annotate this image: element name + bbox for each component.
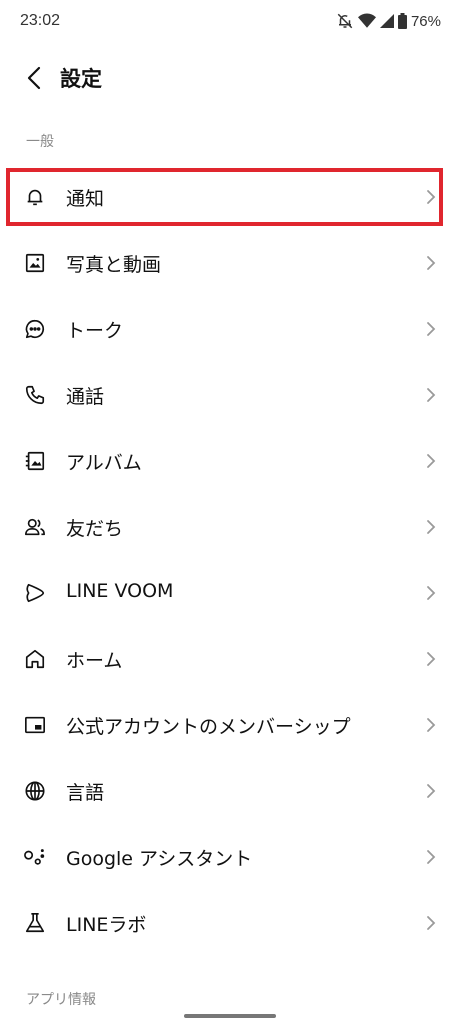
settings-item-album[interactable]: アルバム [0, 428, 461, 494]
chevron-right-icon [427, 850, 436, 864]
image-icon [23, 251, 47, 275]
chevron-right-icon [427, 388, 436, 402]
page-title: 設定 [60, 67, 102, 91]
google-assistant-icon [23, 845, 47, 869]
globe-icon [23, 779, 47, 803]
settings-item-label: LINEラボ [66, 914, 147, 936]
settings-item-photos-videos[interactable]: 写真と動画 [0, 230, 461, 296]
chevron-right-icon [427, 718, 436, 732]
battery-icon [397, 13, 407, 29]
settings-item-label: 通知 [66, 188, 105, 210]
status-icons: 76% [336, 11, 441, 31]
friends-icon [23, 515, 47, 539]
settings-item-label: 写真と動画 [66, 254, 162, 276]
home-icon [23, 647, 47, 671]
membership-card-icon [23, 713, 47, 737]
chevron-right-icon [427, 190, 436, 204]
status-bar: 23:02 76% [0, 0, 461, 44]
notifications-off-icon [336, 12, 354, 30]
section-label-app-info: アプリ情報 [26, 992, 96, 1008]
settings-item-label: Google アシスタント [66, 848, 253, 870]
chevron-right-icon [427, 520, 436, 534]
settings-item-home[interactable]: ホーム [0, 626, 461, 692]
settings-item-official-account-membership[interactable]: 公式アカウントのメンバーシップ [0, 692, 461, 758]
chevron-right-icon [427, 784, 436, 798]
settings-item-label: 通話 [66, 386, 105, 408]
wifi-icon [357, 13, 376, 29]
phone-icon [23, 383, 47, 407]
settings-item-chats[interactable]: トーク [0, 296, 461, 362]
album-icon [23, 449, 47, 473]
settings-item-calls[interactable]: 通話 [0, 362, 461, 428]
settings-item-label: 言語 [66, 782, 105, 804]
back-arrow-icon [27, 66, 41, 90]
flask-icon [23, 911, 47, 935]
chevron-right-icon [427, 256, 436, 270]
chevron-right-icon [427, 916, 436, 930]
settings-item-line-voom[interactable]: LINE VOOM [0, 560, 461, 626]
settings-item-label: 友だち [66, 518, 124, 540]
battery-percent: 76% [410, 12, 441, 30]
settings-item-label: アルバム [66, 452, 142, 474]
settings-item-language[interactable]: 言語 [0, 758, 461, 824]
settings-item-label: LINE VOOM [66, 580, 174, 602]
chevron-right-icon [427, 652, 436, 666]
voom-play-icon [23, 581, 47, 605]
status-time: 23:02 [20, 12, 61, 29]
back-button[interactable] [18, 62, 50, 94]
settings-item-label: トーク [66, 320, 124, 342]
chevron-right-icon [427, 454, 436, 468]
header: 設定 [0, 50, 461, 106]
bell-icon [23, 185, 47, 209]
settings-item-label: ホーム [66, 650, 123, 672]
chat-bubble-icon [23, 317, 47, 341]
settings-item-notifications[interactable]: 通知 [0, 164, 461, 230]
settings-item-label: 公式アカウントのメンバーシップ [66, 716, 351, 738]
cellular-signal-icon [379, 14, 394, 28]
chevron-right-icon [427, 322, 436, 336]
chevron-right-icon [427, 586, 436, 600]
home-indicator[interactable] [184, 1014, 276, 1018]
section-label-general: 一般 [26, 134, 54, 150]
settings-item-friends[interactable]: 友だち [0, 494, 461, 560]
settings-list: 通知 写真と動画 トーク 通話 アルバム 友だち LINE VOOM ホーム 公… [0, 164, 461, 956]
settings-item-google-assistant[interactable]: Google アシスタント [0, 824, 461, 890]
settings-item-line-labs[interactable]: LINEラボ [0, 890, 461, 956]
